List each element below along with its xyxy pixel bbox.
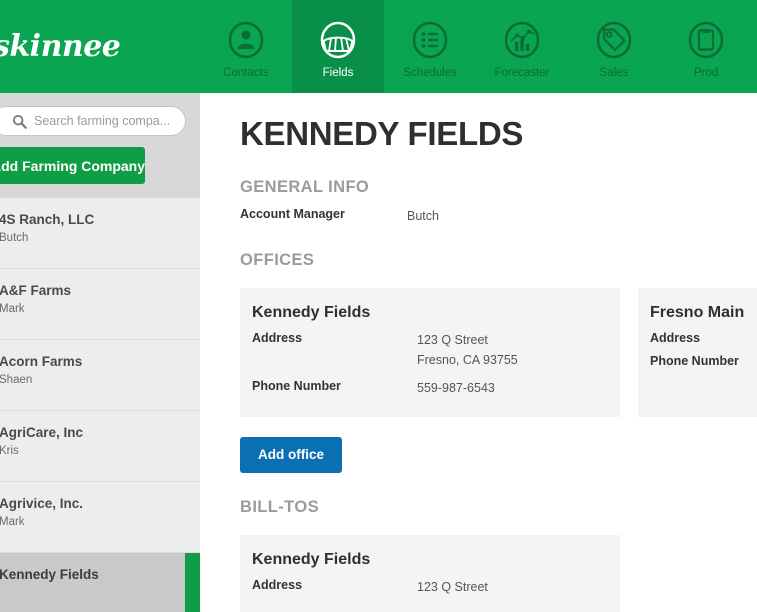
company-contact: Shaen [0,374,190,386]
offices-card-row: Kennedy Fields Address 123 Q Street Fres… [240,288,757,416]
product-circle-icon [686,20,726,64]
section-heading-bill-tos: BILL-TOS [240,498,757,517]
office-card: Kennedy Fields Address 123 Q Street Fres… [240,288,620,416]
company-contact: Mark [0,516,190,528]
nav-item-label: Prod [694,67,718,79]
detail-key: Phone Number [650,354,757,368]
nav-item-label: Forecaster [495,67,550,79]
tag-circle-icon [594,20,634,64]
office-card: Fresno Main Address Phone Number [638,288,757,416]
company-contact: Kris [0,445,190,457]
nav-item-products[interactable]: Prod [660,0,752,93]
bill-to-card: Kennedy Fields Address 123 Q Street [240,535,620,612]
search-input[interactable] [34,114,174,128]
detail-key: Account Manager [240,207,407,226]
detail-key: Address [252,331,417,370]
company-name: Kennedy Fields [0,567,190,582]
company-contact: Mark [0,303,190,315]
detail-row: Phone Number [650,354,757,368]
person-circle-icon [226,20,266,64]
detail-row: Address 123 Q Street Fresno, CA 93755 [252,331,602,370]
add-farming-company-button[interactable]: Add Farming Company [0,147,145,184]
bill-tos-card-row: Kennedy Fields Address 123 Q Street [240,535,757,612]
nav-item-schedules[interactable]: Schedules [384,0,476,93]
list-circle-icon [410,20,450,64]
nav-items: Contacts Fields [200,0,752,93]
list-item[interactable]: 4S Ranch, LLC Butch [0,198,200,269]
company-name: 4S Ranch, LLC [0,212,190,227]
nav-item-label: Fields [323,67,354,79]
company-name: A&F Farms [0,283,190,298]
list-item[interactable]: Acorn Farms Shaen [0,340,200,411]
nav-item-contacts[interactable]: Contacts [200,0,292,93]
selected-accent-bar [185,553,200,612]
detail-row: Address [650,331,757,345]
nav-item-label: Schedules [403,67,457,79]
sidebar-header: Add Farming Company [0,93,200,198]
section-heading-offices: OFFICES [240,251,757,270]
detail-value: 123 Q Street Fresno, CA 93755 [417,331,518,370]
list-item[interactable]: AgriCare, Inc Kris [0,411,200,482]
list-item-selected[interactable]: Kennedy Fields [0,553,200,612]
company-name: Acorn Farms [0,354,190,369]
search-icon [12,114,27,129]
add-office-button[interactable]: Add office [240,437,342,473]
company-name: AgriCare, Inc [0,425,190,440]
office-card-title: Fresno Main [650,304,757,322]
list-item[interactable]: A&F Farms Mark [0,269,200,340]
search-box[interactable] [0,106,186,136]
nav-item-forecaster[interactable]: Forecaster [476,0,568,93]
page-title: KENNEDY FIELDS [240,115,757,153]
main-content: KENNEDY FIELDS GENERAL INFO Account Mana… [200,93,757,612]
company-contact: Butch [0,232,190,244]
detail-key: Phone Number [252,379,417,398]
detail-row: Account Manager Butch [240,207,757,226]
detail-row: Phone Number 559-987-6543 [252,379,602,398]
app-logo[interactable]: skinnee [0,0,200,93]
field-circle-icon [318,20,358,64]
detail-row: Address 123 Q Street [252,578,602,597]
sidebar: Add Farming Company 4S Ranch, LLC Butch … [0,93,200,612]
office-card-title: Kennedy Fields [252,304,602,322]
detail-key: Address [650,331,757,345]
chart-circle-icon [502,20,542,64]
nav-item-fields[interactable]: Fields [292,0,384,93]
detail-value: 559-987-6543 [417,379,495,398]
app-logo-text: skinnee [0,29,120,64]
detail-value: 123 Q Street [417,578,488,597]
nav-item-label: Sales [600,67,629,79]
list-item[interactable]: Agrivice, Inc. Mark [0,482,200,553]
nav-item-label: Contacts [223,67,268,79]
bill-to-card-title: Kennedy Fields [252,551,602,569]
nav-item-sales[interactable]: Sales [568,0,660,93]
company-list: 4S Ranch, LLC Butch A&F Farms Mark Acorn… [0,198,200,612]
company-name: Agrivice, Inc. [0,496,190,511]
detail-key: Address [252,578,417,597]
detail-value: Butch [407,207,439,226]
section-heading-general-info: GENERAL INFO [240,178,757,197]
top-navigation-bar: skinnee Contacts Fields [0,0,757,93]
